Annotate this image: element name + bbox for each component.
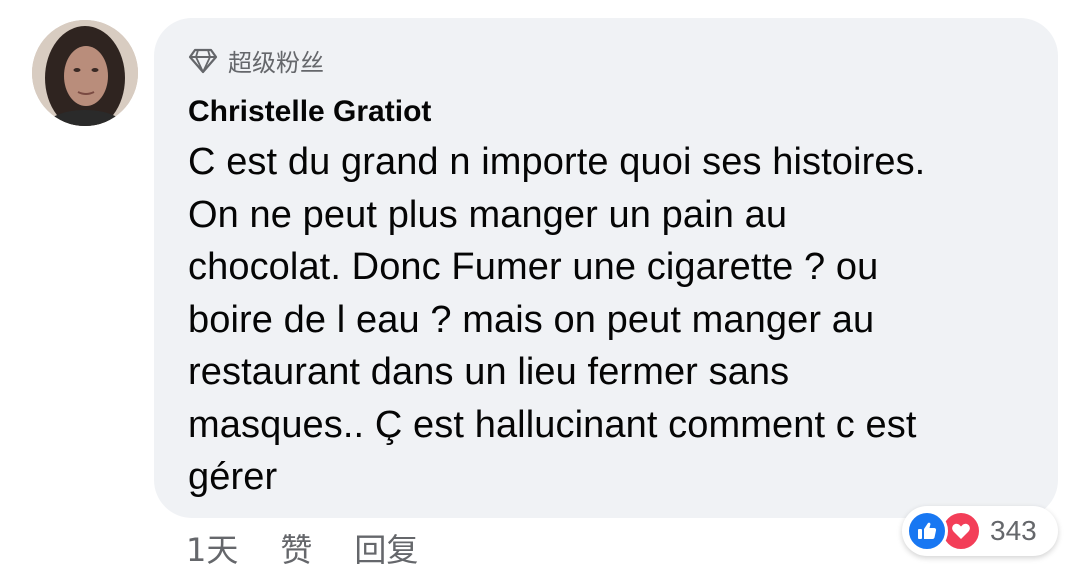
like-button[interactable]: 赞 [280, 525, 312, 571]
reaction-count: 343 [990, 515, 1037, 546]
like-icon [906, 510, 948, 552]
comment-actions: 1天 赞 回复 [186, 524, 460, 572]
author-name[interactable]: Christelle Gratiot [188, 94, 1024, 130]
reactions-summary[interactable]: 343 [902, 506, 1058, 556]
badge-label: 超级粉丝 [228, 48, 324, 77]
avatar[interactable] [32, 20, 138, 126]
comment-timestamp[interactable]: 1天 [186, 525, 238, 571]
comment-bubble: 超级粉丝 Christelle Gratiot C est du grand n… [154, 18, 1058, 518]
diamond-icon [188, 45, 218, 75]
avatar-photo [32, 20, 138, 126]
reply-button[interactable]: 回复 [354, 525, 418, 571]
top-fan-badge: 超级粉丝 [188, 40, 1024, 80]
comment-item: 超级粉丝 Christelle Gratiot C est du grand n… [0, 0, 1080, 584]
comment-text: C est du grand n importe quoi ses histoi… [188, 141, 926, 498]
